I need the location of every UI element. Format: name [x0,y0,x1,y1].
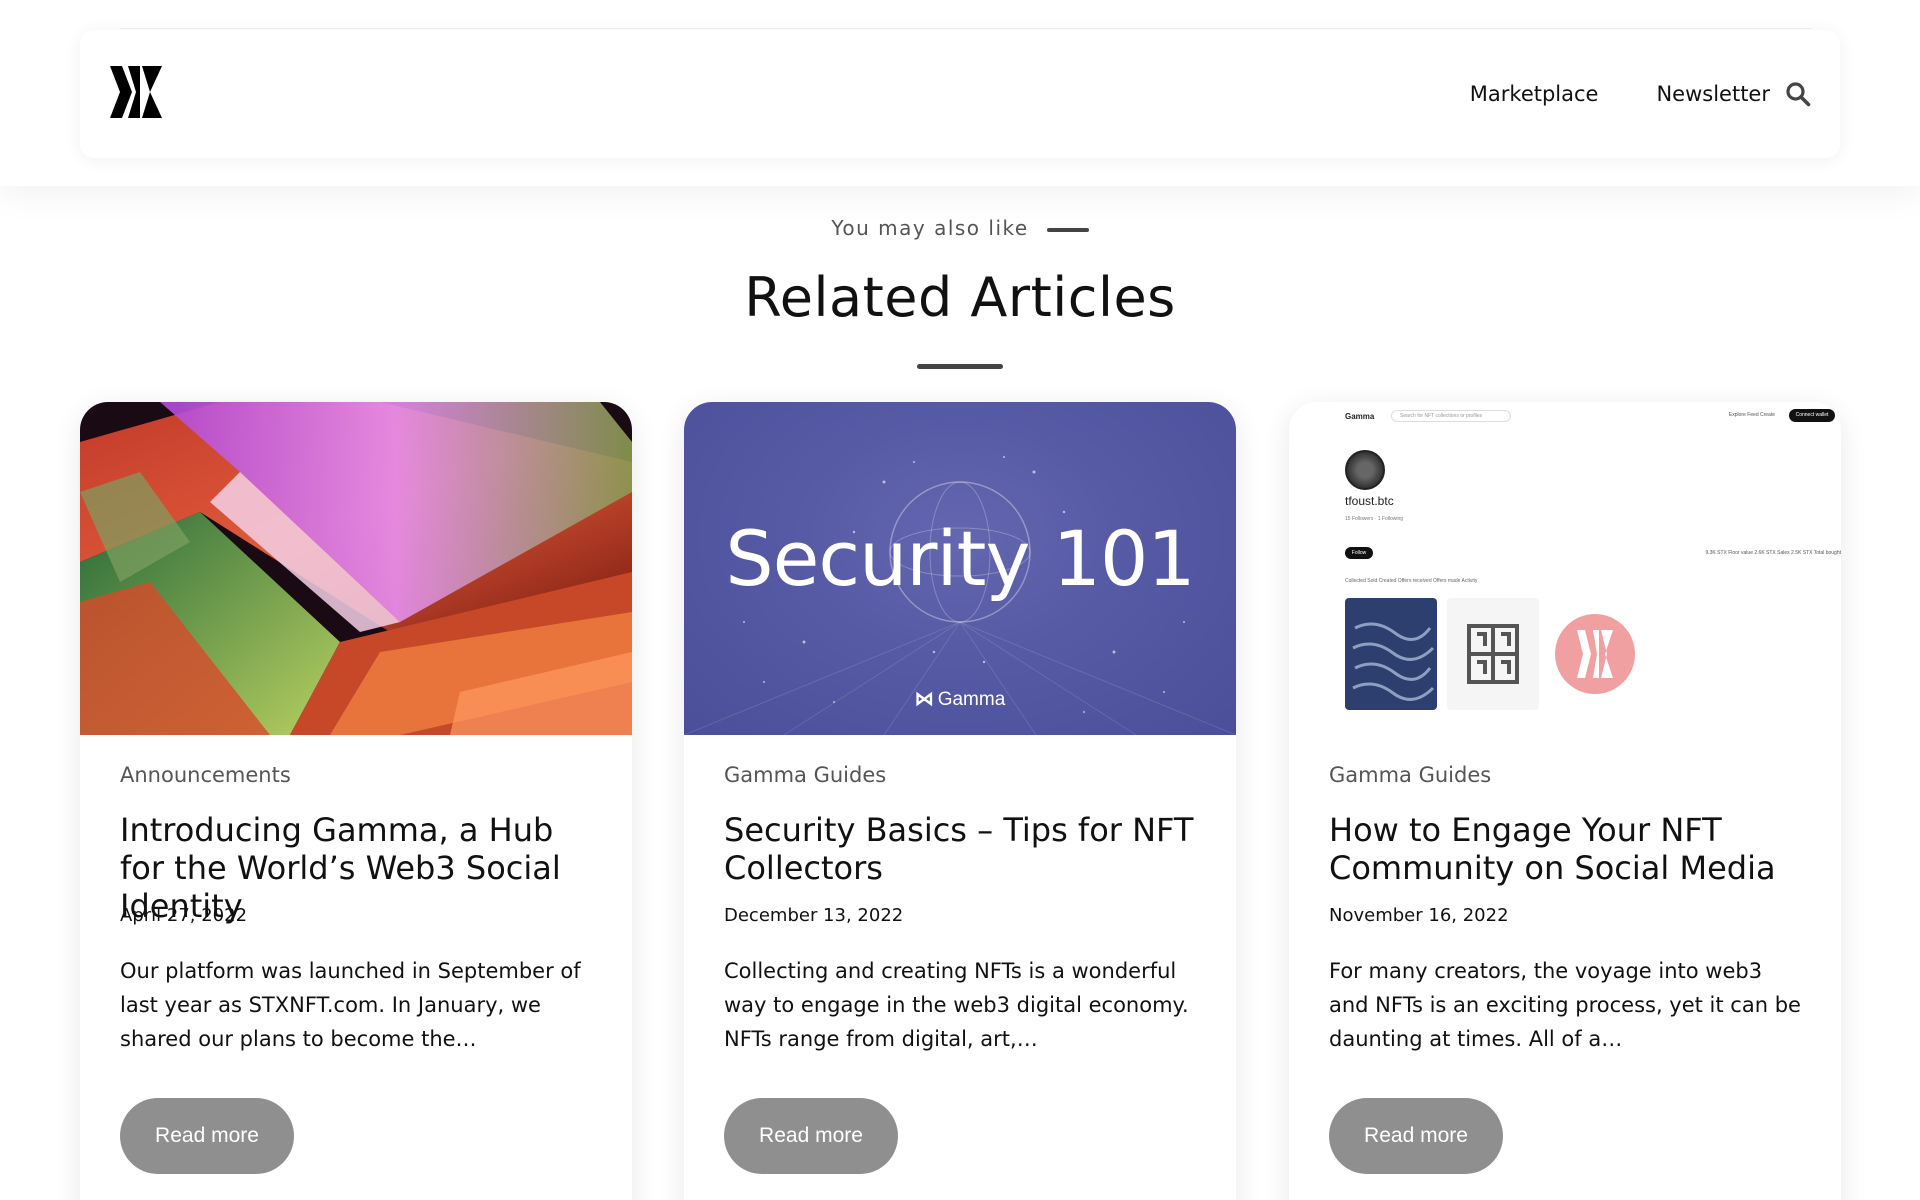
article-image[interactable]: Security 101 ⋈ Gamma [684,402,1236,735]
screenshot-follow: Follow [1345,547,1373,559]
screenshot-nav: Explore Feed Create [1728,412,1775,418]
image-brand-text: Gamma [937,689,1006,710]
screenshot-stats: 9.3K STX Floor value 2.6K STX Sales 2.5K… [1705,550,1841,556]
article-title[interactable]: Introducing Gamma, a Hub for the World’s… [120,811,592,925]
article-card: Gamma Search for NFT collections or prof… [1289,402,1841,1200]
article-category[interactable]: Gamma Guides [724,763,1196,789]
read-more-button[interactable]: Read more [1329,1098,1503,1174]
article-body: Gamma Guides How to Engage Your NFT Comm… [1289,735,1841,1174]
image-headline: Security 101 [725,514,1195,603]
kicker-text: You may also like [831,216,1029,240]
profile-screenshot: Gamma Search for NFT collections or prof… [1289,402,1841,735]
gamma-art [1555,614,1635,694]
read-more-button[interactable]: Read more [724,1098,898,1174]
main-nav: Marketplace Newsletter [1470,30,1814,158]
article-excerpt: Our platform was launched in September o… [120,959,581,1051]
article-excerpt: Collecting and creating NFTs is a wonder… [724,959,1189,1051]
article-category[interactable]: Announcements [120,763,592,789]
gamma-logo-icon: ⋈ [914,689,934,710]
article-body: Announcements Introducing Gamma, a Hub f… [80,735,632,1174]
section-kicker: You may also like [0,216,1920,240]
article-title[interactable]: Security Basics – Tips for NFT Collector… [724,811,1196,887]
image-brand: ⋈ Gamma [684,688,1236,711]
article-image[interactable]: Gamma Search for NFT collections or prof… [1289,402,1841,735]
nft-thumbnail [1447,598,1539,710]
header-divider [120,28,1812,29]
kicker-dash [1046,227,1089,232]
nft-thumbnail [1345,598,1437,710]
site-header: Marketplace Newsletter [0,0,1920,186]
read-more-button[interactable]: Read more [120,1098,294,1174]
article-excerpt: For many creators, the voyage into web3 … [1329,959,1801,1051]
avatar [1345,450,1385,490]
article-date: April 27, 2022 [120,905,248,926]
screenshot-connect: Connect wallet [1789,409,1835,422]
article-title[interactable]: How to Engage Your NFT Community on Soci… [1329,811,1801,887]
title-underline [917,364,1003,369]
nav-newsletter-link[interactable]: Newsletter [1656,82,1770,106]
nft-thumbnail [1549,598,1641,710]
article-image[interactable] [80,402,632,735]
article-body: Gamma Guides Security Basics – Tips for … [684,735,1236,1174]
article-category[interactable]: Gamma Guides [1329,763,1801,789]
screenshot-username: tfoust.btc [1345,494,1394,508]
article-date: December 13, 2022 [724,905,904,926]
cross-art [1467,624,1519,684]
screenshot-search: Search for NFT collections or profiles [1391,410,1511,422]
screenshot-tabs: Collected Sold Created Offers received O… [1345,578,1478,584]
screenshot-meta: 15 Followers · 1 Following [1345,516,1404,522]
article-card: Announcements Introducing Gamma, a Hub f… [80,402,632,1200]
nav-bar: Marketplace Newsletter [80,30,1840,158]
gamma-logo-icon[interactable] [108,64,164,120]
maze-art [1352,622,1435,701]
article-card: Security 101 ⋈ Gamma Gamma Guides Securit… [684,402,1236,1200]
search-icon[interactable] [1782,78,1814,110]
section-title: Related Articles [744,266,1176,329]
nav-marketplace-link[interactable]: Marketplace [1470,82,1599,106]
article-date: November 16, 2022 [1329,905,1509,926]
screenshot-brand: Gamma [1345,412,1375,421]
